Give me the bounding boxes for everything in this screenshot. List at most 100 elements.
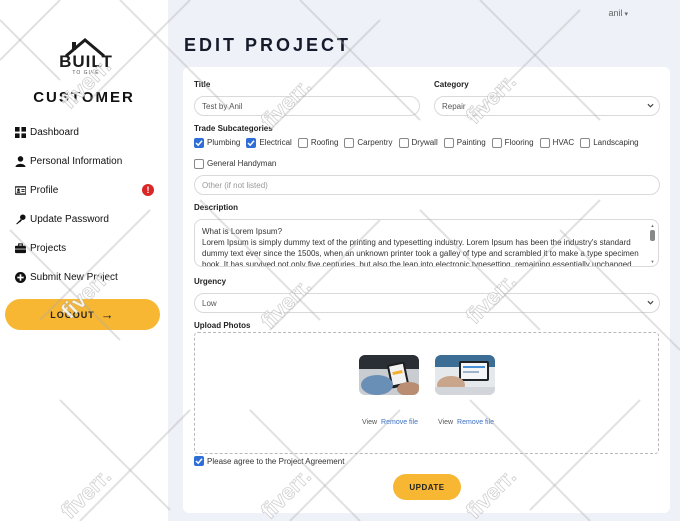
subcategories-label: Trade Subcategories [194,124,273,133]
subcategory-roofing[interactable]: Roofing [297,137,339,148]
subcategory-label: General Handyman [207,159,277,168]
chevron-down-icon: ▾ [624,11,628,18]
subcategory-carpentry[interactable]: Carpentry [344,137,393,148]
title-value: Test by Anil [202,101,243,111]
subcategory-hvac[interactable]: HVAC [539,137,575,148]
sidebar-item-label: Personal Information [30,156,123,167]
check-icon [247,139,255,146]
subcategory-row: Plumbing Electrical Roofing Carpentry Dr… [194,136,664,149]
subcategory-electrical[interactable]: Electrical [246,137,292,148]
urgency-select[interactable]: Low [194,293,660,313]
check-icon [195,458,203,465]
dashboard-icon [14,126,27,139]
view-photo-link[interactable]: View [362,419,377,426]
photo-thumbnail: View Remove file [435,355,497,431]
agreement-label: Please agree to the Project Agreement [207,456,345,466]
subcategory-general-handyman[interactable]: General Handyman [194,158,277,169]
sidebar-item-dashboard[interactable]: Dashboard [14,118,164,147]
urgency-label: Urgency [194,277,227,286]
logo: BUILT TO GIVE [56,36,116,80]
checkbox[interactable] [297,137,308,148]
subcategory-drywall[interactable]: Drywall [398,137,438,148]
other-subcategory-input[interactable]: Other (if not listed) [194,175,660,195]
key-icon [14,213,27,226]
checkbox[interactable] [491,137,502,148]
view-photo-link[interactable]: View [438,419,453,426]
arrow-right-icon: → [100,307,115,322]
scroll-up-icon[interactable]: ▲ [650,224,655,228]
role-title: CUSTOMER [33,89,135,106]
scroll-down-icon[interactable]: ▼ [650,260,655,264]
upload-photos-label: Upload Photos [194,321,251,330]
title-label: Title [194,80,211,89]
checkbox[interactable] [246,137,257,148]
photo-image [359,355,419,395]
logout-label: LOGOUT [50,309,95,320]
briefcase-icon [14,242,27,255]
chevron-down-icon [647,300,654,305]
scrollbar-thumb[interactable] [650,230,655,241]
remove-photo-link[interactable]: Remove file [381,419,418,426]
sidebar-item-label: Dashboard [30,127,79,138]
sidebar-item-label: Projects [30,243,67,254]
photo-thumbnail: View Remove file [359,355,421,431]
subcategory-label: Roofing [310,138,339,147]
user-icon [14,155,27,168]
top-bar: anil ▾ [168,0,680,26]
subcategory-plumbing[interactable]: Plumbing [194,137,241,148]
user-menu[interactable]: anil ▾ [608,8,628,18]
subcategory-label: Drywall [411,138,438,147]
id-card-icon [14,184,27,197]
sidebar-item-label: Update Password [30,214,109,225]
photo-dropzone[interactable]: View Remove file View Remove file [194,332,659,454]
checkbox[interactable] [580,137,591,148]
subcategory-flooring[interactable]: Flooring [491,137,534,148]
sidebar-item-label: Submit New Project [30,272,118,283]
other-placeholder: Other (if not listed) [202,180,268,190]
subcategory-label: HVAC [552,138,575,147]
sidebar: BUILT TO GIVE CUSTOMER Dashboard Persona… [0,0,168,521]
logout-button[interactable]: LOGOUT → [5,299,160,330]
agreement-checkbox[interactable] [194,456,204,466]
subcategory-landscaping[interactable]: Landscaping [580,137,639,148]
edit-project-form: Title Test by Anil Category Repair Trade… [183,67,670,513]
update-button[interactable]: UPDATE [393,474,461,500]
title-input[interactable]: Test by Anil [194,96,420,116]
category-select[interactable]: Repair [434,96,660,116]
checkbox[interactable] [398,137,409,148]
agreement-checkbox-row[interactable]: Please agree to the Project Agreement [194,456,344,466]
subcategory-label: Landscaping [593,138,639,147]
sidebar-item-submit-new-project[interactable]: Submit New Project [14,263,164,292]
remove-photo-link[interactable]: Remove file [457,419,494,426]
page-title: EDIT PROJECT [184,35,352,55]
subcategory-label: Flooring [504,138,534,147]
checkbox[interactable] [194,158,204,169]
description-label: Description [194,203,239,212]
sidebar-item-personal-information[interactable]: Personal Information [14,147,164,176]
user-name: anil [608,8,623,18]
subcategory-label: Plumbing [207,138,241,147]
urgency-value: Low [202,298,217,308]
description-line: Lorem Ipsum is simply dummy text of the … [202,238,639,267]
checkbox[interactable] [443,137,454,148]
subcategory-row: General Handyman [194,157,664,170]
photo-image [435,355,495,395]
sidebar-nav: Dashboard Personal Information Profile !… [14,118,164,292]
chevron-down-icon [647,103,654,108]
checkbox[interactable] [194,137,204,148]
subcategory-painting[interactable]: Painting [443,137,486,148]
logo-subtitle: TO GIVE [72,70,100,76]
sidebar-item-update-password[interactable]: Update Password [14,205,164,234]
checkbox[interactable] [344,137,355,148]
sidebar-item-profile[interactable]: Profile ! [14,176,164,205]
plus-circle-icon [14,271,27,284]
sidebar-item-projects[interactable]: Projects [14,234,164,263]
checkbox[interactable] [539,137,550,148]
textarea-scrollbar[interactable]: ▲ ▼ [650,224,655,264]
logo-text: BUILT [59,52,113,71]
subcategory-checklist: Plumbing Electrical Roofing Carpentry Dr… [194,136,664,178]
description-line: What is Lorem Ipsum? [202,227,283,236]
subcategory-label: Painting [456,138,486,147]
description-textarea[interactable]: What is Lorem Ipsum? Lorem Ipsum is simp… [194,219,659,267]
check-icon [195,139,203,146]
